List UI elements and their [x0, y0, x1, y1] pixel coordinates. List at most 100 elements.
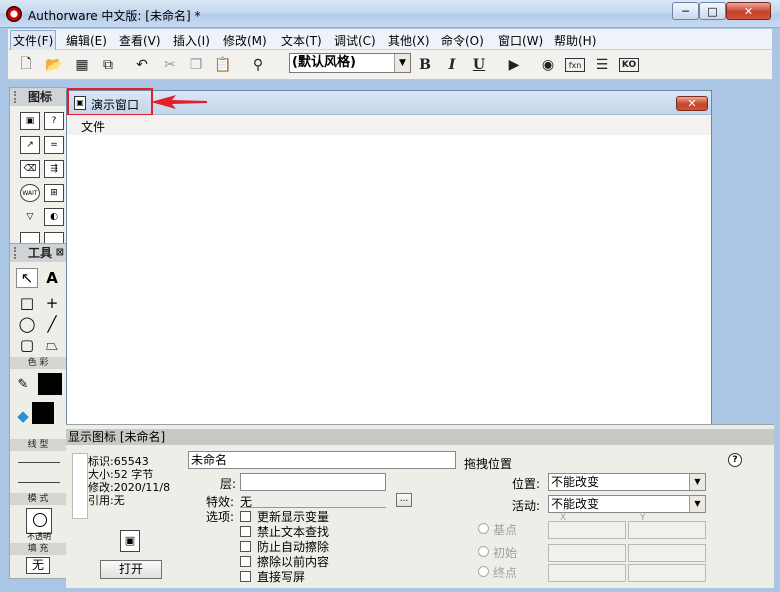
position-select[interactable]: 不能改变 ▼: [548, 473, 706, 491]
find-icon[interactable]: ⚲: [248, 55, 268, 75]
polygon-tool-icon[interactable]: ⏢: [41, 335, 63, 355]
close-icon[interactable]: ⊠: [56, 244, 64, 262]
open-button[interactable]: 打开: [100, 560, 162, 579]
initial-x-input[interactable]: [548, 544, 626, 562]
menu-debug[interactable]: 调试(C): [331, 32, 379, 49]
menu-window[interactable]: 窗口(W): [495, 32, 546, 49]
close-button[interactable]: ✕: [726, 2, 771, 20]
icon-name-input[interactable]: 未命名: [188, 451, 456, 469]
fill-bucket-icon[interactable]: ◆: [12, 406, 34, 426]
run-icon[interactable]: ▶: [504, 55, 524, 75]
chevron-down-icon[interactable]: ▼: [394, 54, 410, 72]
option-checkbox[interactable]: [240, 571, 251, 582]
red-arrow-icon: [151, 95, 207, 109]
end-y-input[interactable]: [628, 564, 706, 582]
option-checkbox[interactable]: [240, 541, 251, 552]
digital-movie-icon[interactable]: ◐: [44, 208, 64, 226]
display-icon[interactable]: ▣: [20, 112, 40, 130]
grip-icon[interactable]: [14, 247, 18, 259]
cut-icon[interactable]: ✂: [160, 55, 180, 75]
end-x-input[interactable]: [548, 564, 626, 582]
open-folder-icon[interactable]: 📂: [44, 55, 64, 75]
maximize-button[interactable]: □: [699, 2, 726, 20]
decision-icon[interactable]: ▽: [20, 208, 40, 226]
rounded-rect-tool-icon[interactable]: ▢: [16, 335, 38, 355]
fill-value[interactable]: 无: [26, 557, 50, 574]
menu-edit[interactable]: 编辑(E): [63, 32, 110, 49]
diagonal-line-tool-icon[interactable]: ╱: [41, 314, 63, 334]
color-section-label: 色 彩: [10, 357, 66, 369]
italic-button[interactable]: I: [442, 55, 462, 75]
wait-icon[interactable]: WAIT: [20, 184, 40, 202]
pen-color-icon[interactable]: ✎: [12, 374, 34, 394]
effect-browse-button[interactable]: ...: [396, 493, 412, 507]
fill-section-label: 填 充: [10, 543, 66, 555]
layer-input[interactable]: [240, 473, 386, 491]
menu-view[interactable]: 查看(V): [116, 32, 164, 49]
minimize-button[interactable]: ─: [672, 2, 699, 20]
grip-icon[interactable]: [14, 91, 18, 103]
stroke-color-swatch[interactable]: [38, 373, 62, 395]
option-checkbox[interactable]: [240, 526, 251, 537]
option-checkbox[interactable]: [240, 556, 251, 567]
presentation-menu-file[interactable]: 文件: [81, 118, 105, 135]
import-icon[interactable]: ⧉: [98, 55, 118, 75]
menu-insert[interactable]: 插入(I): [170, 32, 213, 49]
new-file-icon[interactable]: 🗋: [16, 55, 36, 75]
line-tool-icon[interactable]: +: [41, 293, 63, 313]
presentation-canvas[interactable]: [67, 135, 711, 424]
menu-file[interactable]: 文件(F): [10, 30, 57, 51]
navigate-icon[interactable]: ⇶: [44, 160, 64, 178]
ellipse-tool-icon[interactable]: ◯: [16, 314, 38, 334]
menu-modify[interactable]: 修改(M): [220, 32, 270, 49]
initial-radio[interactable]: [478, 546, 489, 557]
end-radio[interactable]: [478, 566, 489, 577]
line-style-sample[interactable]: [18, 462, 60, 463]
calculation-icon[interactable]: =: [44, 136, 64, 154]
position-label: 位置:: [512, 477, 541, 491]
pointer-tool-icon[interactable]: ↖: [16, 268, 38, 288]
chevron-down-icon[interactable]: ▼: [689, 474, 705, 490]
knowledge-objects-icon[interactable]: KO: [619, 58, 639, 72]
text-style-select[interactable]: (默认风格) ▼: [289, 53, 411, 73]
save-all-icon[interactable]: ▦: [72, 55, 92, 75]
menu-text[interactable]: 文本(T): [278, 32, 325, 49]
erase-icon[interactable]: ⌫: [20, 160, 40, 178]
help-icon[interactable]: ?: [728, 453, 742, 467]
position-select-value: 不能改变: [551, 475, 600, 489]
tools-palette-header[interactable]: 工具 ⊠: [10, 244, 66, 262]
control-panel-icon[interactable]: ◉: [538, 55, 558, 75]
interaction-icon[interactable]: ?: [44, 112, 64, 130]
presentation-close-icon[interactable]: ✕: [676, 96, 708, 111]
tools-palette: 工具 ⊠ ↖ A □ + ◯ ╱ ▢ ⏢ 色 彩 ✎ ◆ 线 型 模 式 不透明…: [9, 243, 67, 579]
initial-y-input[interactable]: [628, 544, 706, 562]
icons-palette-header[interactable]: 图标: [10, 88, 66, 106]
base-radio[interactable]: [478, 523, 489, 534]
option-checkbox[interactable]: [240, 511, 251, 522]
underline-button[interactable]: U: [469, 55, 489, 75]
menu-command[interactable]: 命令(O): [438, 32, 487, 49]
bold-button[interactable]: B: [415, 55, 435, 75]
text-tool-icon[interactable]: A: [41, 268, 63, 288]
motion-select[interactable]: 不能改变 ▼: [548, 495, 706, 513]
foreground-color-swatch[interactable]: [32, 402, 54, 424]
authorware-app-icon[interactable]: [6, 6, 22, 22]
paste-icon[interactable]: 📋: [213, 55, 233, 75]
menu-help[interactable]: 帮助(H): [551, 32, 599, 49]
undo-icon[interactable]: ↶: [132, 55, 152, 75]
framework-icon[interactable]: ⊞: [44, 184, 64, 202]
motion-icon[interactable]: ↗: [20, 136, 40, 154]
functions-icon[interactable]: fxn: [565, 58, 585, 72]
base-label: 基点: [493, 523, 518, 537]
chevron-down-icon[interactable]: ▼: [689, 496, 705, 512]
ref-label: 引用:无: [88, 494, 125, 507]
base-y-input[interactable]: [628, 521, 706, 539]
toolbar: 🗋 📂 ▦ ⧉ ↶ ✂ ❐ 📋 ⚲ (默认风格) ▼ B I U ▶ ◉ fxn…: [8, 50, 772, 80]
variables-icon[interactable]: ☰: [592, 55, 612, 75]
copy-icon[interactable]: ❐: [186, 55, 206, 75]
menu-other[interactable]: 其他(X): [385, 32, 433, 49]
rectangle-tool-icon[interactable]: □: [16, 293, 38, 313]
window-title: Authorware 中文版: [未命名] *: [28, 9, 201, 23]
line-style-sample[interactable]: [18, 482, 60, 483]
base-x-input[interactable]: [548, 521, 626, 539]
